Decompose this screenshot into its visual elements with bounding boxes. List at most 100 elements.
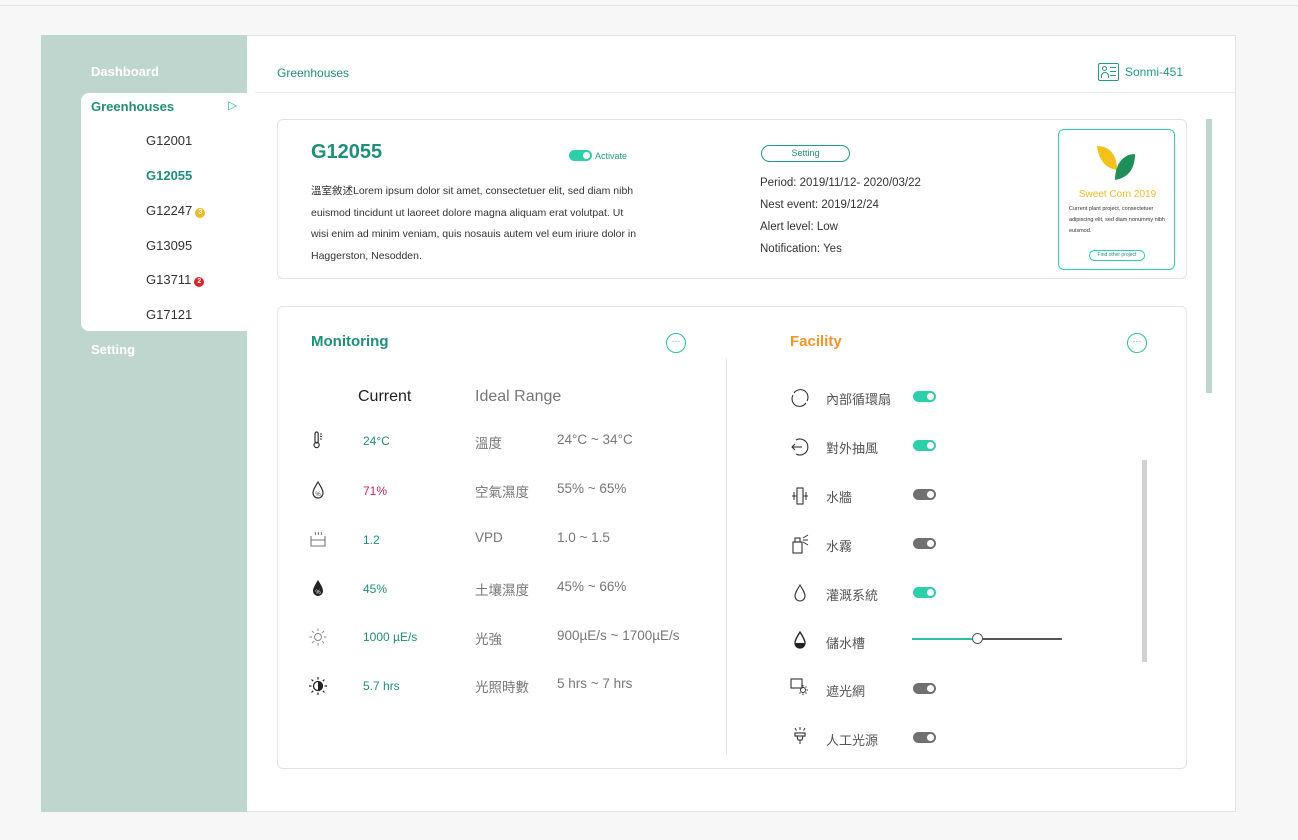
soil-moisture-icon: % [313, 580, 323, 596]
shade-net-toggle[interactable] [913, 683, 936, 694]
mist-toggle[interactable] [913, 538, 936, 549]
setting-button[interactable]: Setting [761, 145, 850, 162]
toggle-switch-icon [569, 150, 592, 161]
humidity-name: 空氣濕度 [475, 485, 529, 500]
light-hours-icon [309, 677, 327, 695]
nav-greenhouses[interactable]: Greenhouses [91, 99, 174, 114]
monitoring-facility-card [277, 306, 1187, 769]
irrigation-icon [794, 583, 806, 602]
facility-label: 灌溉系統 [826, 588, 879, 603]
vpd-icon [310, 531, 326, 547]
circulation-fan-icon [791, 389, 809, 407]
thermometer-icon [313, 431, 322, 449]
facility-label: 對外抽風 [826, 441, 879, 456]
monitoring-title: Monitoring [311, 333, 389, 350]
soil-moisture-name: 土壤濕度 [475, 583, 529, 598]
notification-text: Notification: Yes [760, 243, 842, 255]
warning-badge: 3 [195, 208, 206, 218]
breadcrumb[interactable]: Greenhouses [277, 66, 349, 80]
temperature-range: 24°C ~ 34°C [557, 432, 633, 447]
nav-item-label: G12055 [146, 168, 193, 183]
facility-label: 遮光網 [826, 684, 866, 699]
nav-setting[interactable]: Setting [91, 342, 135, 357]
find-project-button[interactable]: Find other project [1089, 250, 1145, 261]
alert-level-text: Alert level: Low [760, 221, 838, 233]
greenhouse-title: G12055 [311, 141, 383, 163]
temperature-name: 溫度 [475, 436, 502, 451]
circulation-fan-toggle[interactable] [913, 391, 936, 402]
nav-item-g12055[interactable]: G12055 [146, 168, 192, 183]
light-intensity-range: 900µE/s ~ 1700µE/s [557, 628, 680, 643]
activate-toggle[interactable]: Activate [569, 150, 627, 161]
project-card[interactable]: Sweet Corn 2019 Current plant project, c… [1058, 129, 1175, 270]
vpd-name: VPD [475, 530, 503, 545]
light-hours-name: 光照時數 [475, 680, 529, 695]
slider-fill [912, 638, 977, 640]
nav-item-label: G12247 [146, 203, 193, 218]
play-arrow-icon[interactable]: ▷ [228, 98, 237, 112]
facility-more-button[interactable]: ··· [1127, 333, 1147, 353]
top-divider [0, 5, 1298, 6]
soil-moisture-value: 45% [363, 582, 388, 596]
nav-item-g13711[interactable]: G13711 2 [146, 272, 205, 287]
nav-dashboard[interactable]: Dashboard [91, 64, 159, 79]
humidity-icon: % [312, 480, 324, 499]
current-header: Current [358, 388, 412, 405]
monitoring-more-button[interactable]: ··· [666, 333, 686, 353]
light-hours-range: 5 hrs ~ 7 hrs [557, 676, 633, 691]
slider-handle[interactable] [971, 633, 983, 644]
facility-label: 儲水槽 [826, 636, 866, 651]
temperature-value: 24°C [363, 434, 390, 448]
facility-scrollbar[interactable] [1142, 460, 1147, 662]
nav-item-g12001[interactable]: G12001 [146, 133, 192, 148]
facility-label: 內部循環扇 [826, 392, 892, 407]
vpd-value: 1.2 [363, 533, 380, 547]
light-intensity-name: 光強 [475, 632, 502, 647]
header-divider [255, 92, 1235, 93]
svg-text:%: % [315, 492, 321, 498]
nav-item-label: G17121 [146, 307, 193, 322]
mist-icon [792, 534, 809, 554]
greenhouse-description: 溫室敘述Lorem ipsum dolor sit amet, consecte… [311, 185, 637, 262]
nav-item-g13095[interactable]: G13095 [146, 238, 192, 253]
facility-title: Facility [790, 333, 842, 350]
ideal-range-header: Ideal Range [475, 388, 562, 405]
water-tank-slider[interactable] [912, 633, 1062, 644]
exhaust-fan-icon [791, 438, 809, 456]
facility-label: 水牆 [826, 490, 853, 505]
period-text: Period: 2019/11/12- 2020/03/22 [760, 177, 921, 189]
exhaust-fan-toggle[interactable] [913, 440, 936, 451]
water-wall-toggle[interactable] [913, 489, 936, 500]
water-tank-icon [794, 630, 806, 649]
nav-item-label: G13095 [146, 238, 193, 253]
light-hours-value: 5.7 hrs [363, 679, 400, 693]
project-description: Current plant project, consectetuer adip… [1069, 206, 1165, 234]
water-wall-icon [792, 487, 808, 505]
username: Sonmi-451 [1125, 65, 1184, 79]
project-title: Sweet Corn 2019 [1078, 189, 1157, 200]
nav-greenhouses-panel: Greenhouses ▷ G12001 G12055 G12247 3 G130… [81, 93, 247, 331]
light-intensity-value: 1000 µE/s [363, 630, 418, 644]
alert-badge: 2 [194, 277, 205, 287]
activate-label: Activate [595, 150, 628, 161]
facility-label: 水霧 [826, 539, 853, 554]
soil-moisture-range: 45% ~ 66% [557, 579, 627, 594]
leaf-logo-icon [1097, 146, 1135, 180]
sun-icon [309, 628, 327, 646]
artificial-light-toggle[interactable] [913, 732, 936, 743]
irrigation-toggle[interactable] [913, 587, 936, 598]
nav-item-g17121[interactable]: G17121 [146, 307, 192, 322]
section-divider [726, 358, 727, 755]
svg-text:%: % [315, 590, 321, 596]
user-card-icon [1098, 63, 1119, 81]
humidity-value: 71% [363, 484, 388, 498]
artificial-light-icon [794, 727, 806, 744]
main-scrollbar[interactable] [1206, 119, 1212, 393]
vpd-range: 1.0 ~ 1.5 [557, 530, 610, 545]
nav-item-label: G13711 [146, 272, 192, 287]
humidity-range: 55% ~ 65% [557, 481, 627, 496]
user-menu[interactable]: Sonmi-451 [1098, 63, 1183, 81]
nav-item-g12247[interactable]: G12247 3 [146, 203, 206, 218]
facility-label: 人工光源 [826, 733, 879, 748]
shade-net-icon [790, 678, 808, 695]
